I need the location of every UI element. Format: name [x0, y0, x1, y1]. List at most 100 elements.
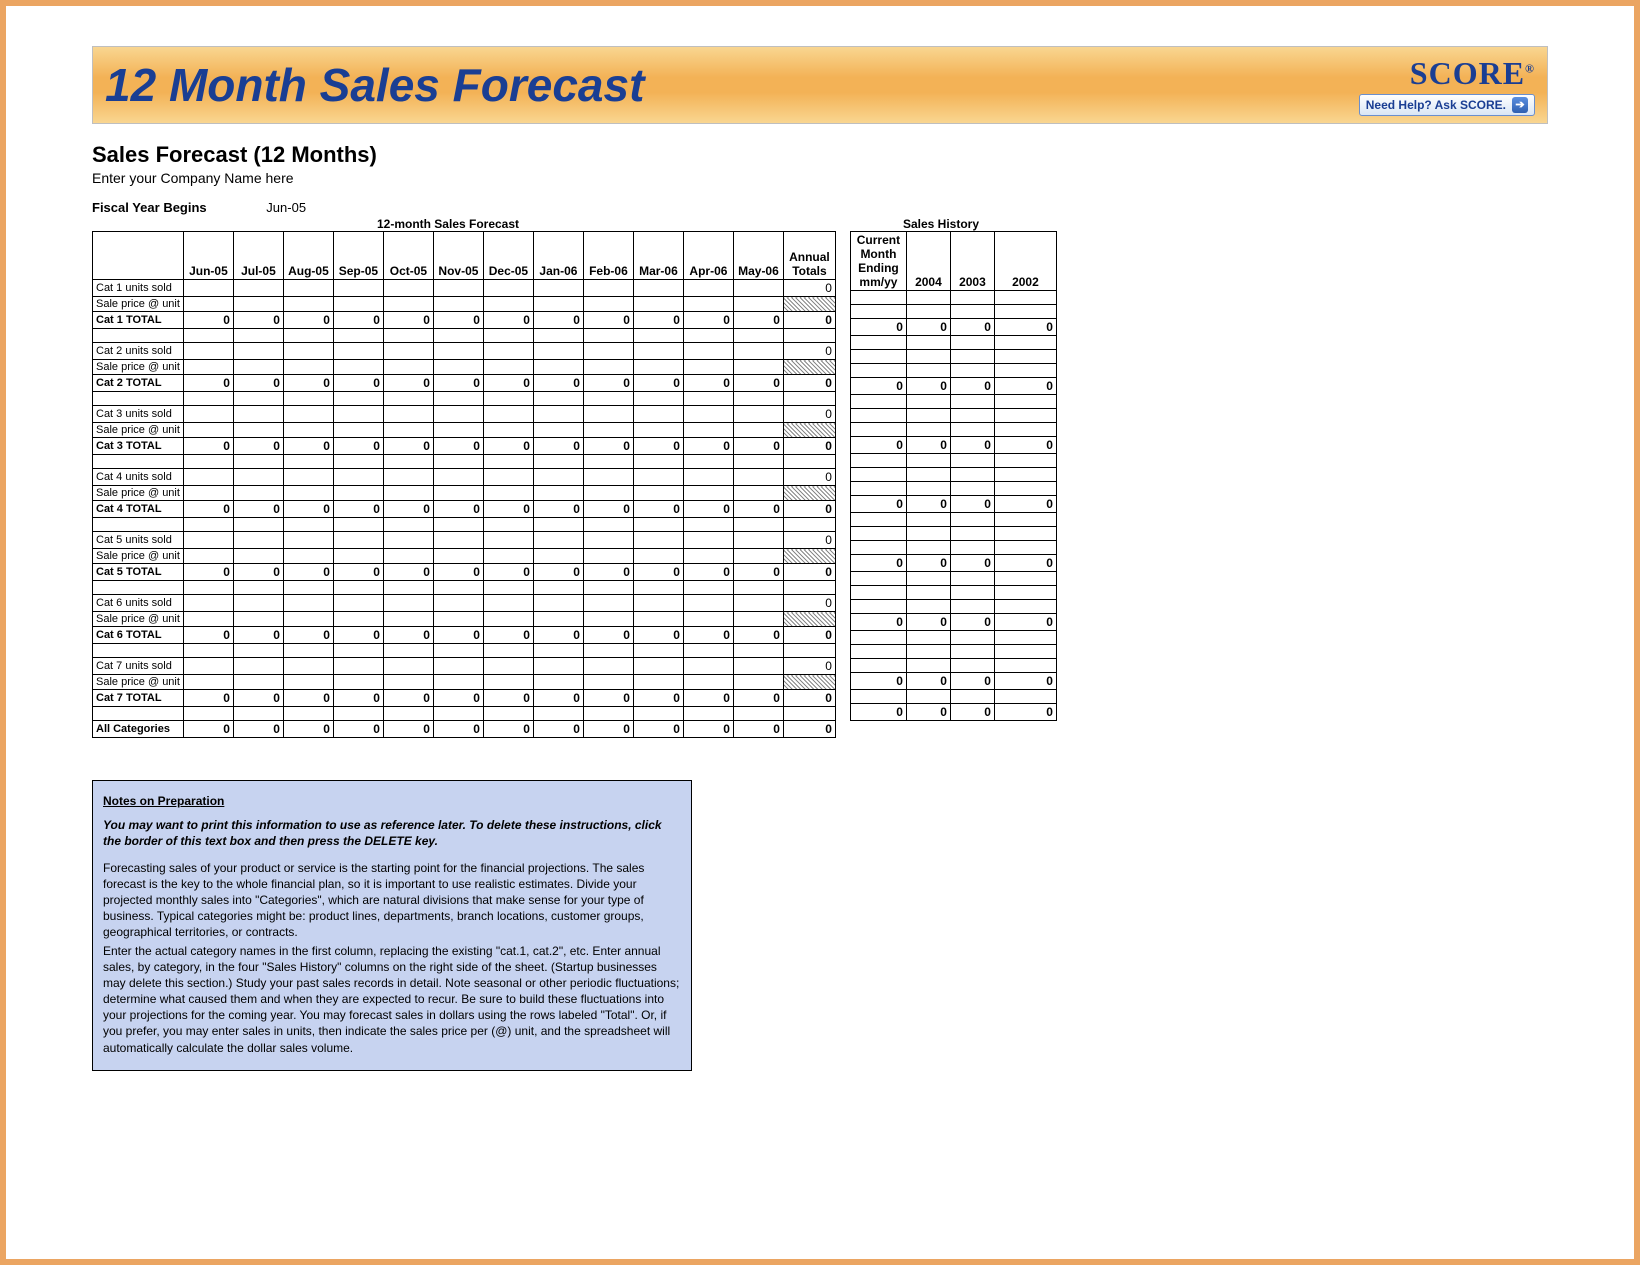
cell[interactable]: [333, 469, 383, 486]
cell[interactable]: [183, 612, 233, 627]
cell[interactable]: [683, 612, 733, 627]
cell[interactable]: [583, 297, 633, 312]
cell[interactable]: [950, 468, 994, 482]
cell[interactable]: [383, 595, 433, 612]
cell[interactable]: [233, 612, 283, 627]
cell[interactable]: [183, 280, 233, 297]
cell[interactable]: [283, 280, 333, 297]
cell[interactable]: [994, 482, 1056, 496]
cell[interactable]: [383, 343, 433, 360]
cell[interactable]: [283, 423, 333, 438]
cell[interactable]: [283, 486, 333, 501]
cell[interactable]: [950, 364, 994, 378]
cell[interactable]: [994, 305, 1056, 319]
cell[interactable]: [533, 658, 583, 675]
cell[interactable]: [383, 423, 433, 438]
cell[interactable]: [850, 645, 906, 659]
fiscal-year-value[interactable]: Jun-05: [266, 200, 306, 215]
cell[interactable]: [233, 658, 283, 675]
cell[interactable]: [333, 658, 383, 675]
cell[interactable]: [483, 360, 533, 375]
row-label[interactable]: Cat 7 units sold: [93, 658, 184, 675]
cell[interactable]: [633, 343, 683, 360]
cell[interactable]: [183, 658, 233, 675]
cell[interactable]: [533, 297, 583, 312]
cell[interactable]: [850, 482, 906, 496]
cell[interactable]: [533, 595, 583, 612]
cell[interactable]: [233, 406, 283, 423]
cell[interactable]: [906, 291, 950, 305]
cell[interactable]: [233, 595, 283, 612]
cell[interactable]: [483, 406, 533, 423]
cell[interactable]: [950, 291, 994, 305]
cell[interactable]: [906, 645, 950, 659]
cell[interactable]: [583, 532, 633, 549]
row-label[interactable]: Sale price @ unit: [93, 486, 184, 501]
cell[interactable]: [994, 541, 1056, 555]
cell[interactable]: [994, 468, 1056, 482]
cell[interactable]: [483, 423, 533, 438]
need-help-button[interactable]: Need Help? Ask SCORE. ➔: [1359, 94, 1535, 116]
cell[interactable]: [733, 675, 783, 690]
cell[interactable]: [633, 360, 683, 375]
cell[interactable]: [333, 486, 383, 501]
cell[interactable]: [950, 527, 994, 541]
cell[interactable]: [994, 527, 1056, 541]
notes-box[interactable]: Notes on Preparation You may want to pri…: [92, 780, 692, 1071]
cell[interactable]: [433, 469, 483, 486]
cell[interactable]: [906, 600, 950, 614]
cell[interactable]: [950, 423, 994, 437]
row-label[interactable]: Sale price @ unit: [93, 612, 184, 627]
cell[interactable]: [633, 532, 683, 549]
cell[interactable]: [283, 343, 333, 360]
cell[interactable]: [333, 612, 383, 627]
cell[interactable]: [383, 549, 433, 564]
cell[interactable]: [994, 586, 1056, 600]
cell[interactable]: [533, 549, 583, 564]
cell[interactable]: [583, 343, 633, 360]
cell[interactable]: [433, 532, 483, 549]
cell[interactable]: [483, 280, 533, 297]
cell[interactable]: [850, 600, 906, 614]
cell[interactable]: [383, 360, 433, 375]
cell[interactable]: [433, 486, 483, 501]
cell[interactable]: [383, 280, 433, 297]
cell[interactable]: [483, 486, 533, 501]
cell[interactable]: [383, 658, 433, 675]
cell[interactable]: [906, 409, 950, 423]
cell[interactable]: [283, 612, 333, 627]
cell[interactable]: [683, 486, 733, 501]
cell[interactable]: [283, 549, 333, 564]
cell[interactable]: [850, 541, 906, 555]
cell[interactable]: [994, 364, 1056, 378]
cell[interactable]: [233, 423, 283, 438]
row-label[interactable]: Sale price @ unit: [93, 423, 184, 438]
cell[interactable]: [383, 675, 433, 690]
cell[interactable]: [583, 469, 633, 486]
row-label[interactable]: Sale price @ unit: [93, 675, 184, 690]
cell[interactable]: [906, 305, 950, 319]
cell[interactable]: [950, 541, 994, 555]
cell[interactable]: [483, 675, 533, 690]
cell[interactable]: [950, 350, 994, 364]
cell[interactable]: [183, 297, 233, 312]
cell[interactable]: [183, 423, 233, 438]
row-label[interactable]: Cat 6 units sold: [93, 595, 184, 612]
cell[interactable]: [433, 280, 483, 297]
cell[interactable]: [733, 360, 783, 375]
cell[interactable]: [483, 297, 533, 312]
cell[interactable]: [533, 612, 583, 627]
cell[interactable]: [733, 280, 783, 297]
row-label[interactable]: Sale price @ unit: [93, 297, 184, 312]
cell[interactable]: [433, 675, 483, 690]
cell[interactable]: [333, 343, 383, 360]
cell[interactable]: [283, 658, 333, 675]
cell[interactable]: [850, 305, 906, 319]
cell[interactable]: [850, 364, 906, 378]
cell[interactable]: [950, 305, 994, 319]
cell[interactable]: [583, 406, 633, 423]
cell[interactable]: [994, 291, 1056, 305]
cell[interactable]: [683, 343, 733, 360]
cell[interactable]: [850, 659, 906, 673]
row-label[interactable]: Cat 4 units sold: [93, 469, 184, 486]
